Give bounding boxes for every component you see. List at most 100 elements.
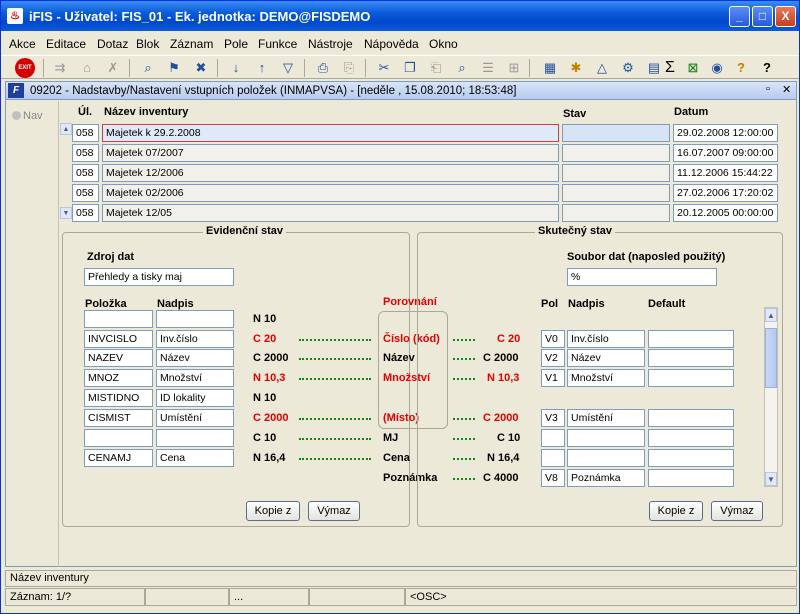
row-name[interactable]: Majetek 07/2007 xyxy=(102,144,559,162)
nadpis-right-field[interactable]: Název xyxy=(567,349,645,367)
columns-icon[interactable]: ⊞ xyxy=(505,59,523,77)
restore-icon[interactable]: ▫ xyxy=(766,83,770,95)
row-ul[interactable]: 058 xyxy=(72,184,99,202)
vymaz-button-left[interactable]: Výmaz xyxy=(308,501,360,521)
nadpis-right-field[interactable] xyxy=(567,449,645,467)
polozka-field[interactable]: MNOZ xyxy=(84,369,153,387)
excel-icon[interactable]: ⊠ xyxy=(684,59,702,77)
paste-icon[interactable]: ⎗ xyxy=(427,59,445,77)
row-stav[interactable] xyxy=(562,184,670,202)
copy-icon[interactable]: ❐ xyxy=(401,59,419,77)
menu-napoveda[interactable]: Nápověda xyxy=(364,37,419,51)
row-datum[interactable]: 27.02.2006 17:20:02 xyxy=(673,184,778,202)
title-bar[interactable]: ♨ iFIS - Uživatel: FIS_01 - Ek. jednotka… xyxy=(1,1,799,31)
row-ul[interactable]: 058 xyxy=(72,144,99,162)
default-field[interactable] xyxy=(648,469,734,487)
row-datum[interactable]: 11.12.2006 15:44:22 xyxy=(673,164,778,182)
minimize-button[interactable]: _ xyxy=(729,6,750,27)
close-button[interactable]: X xyxy=(775,6,796,27)
form-title-bar[interactable]: F 09202 - Nadstavby/Nastavení vstupních … xyxy=(6,82,796,100)
menu-pole[interactable]: Pole xyxy=(224,37,248,51)
row-datum[interactable]: 16.07.2007 09:00:00 xyxy=(673,144,778,162)
nadpis-right-field[interactable]: Inv.číslo xyxy=(567,330,645,348)
settings-icon[interactable]: ⚙ xyxy=(619,59,637,77)
help-icon[interactable]: ? xyxy=(732,59,750,77)
kopie-button-right[interactable]: Kopie z xyxy=(649,501,703,521)
exit-icon[interactable]: EXIT xyxy=(15,58,35,78)
save-icon[interactable]: ⇉ xyxy=(51,59,69,77)
row-datum[interactable]: 20.12.2005 00:00:00 xyxy=(673,204,778,222)
sort-asc-icon[interactable]: ↓ xyxy=(227,59,245,77)
nadpis-field[interactable]: ID lokality xyxy=(156,389,234,407)
row-ul[interactable]: 058 xyxy=(72,124,99,142)
nadpis-right-field[interactable]: Množství xyxy=(567,369,645,387)
row-name[interactable]: Majetek 12/05 xyxy=(102,204,559,222)
nadpis-right-field[interactable]: Poznámka xyxy=(567,469,645,487)
polozka-field[interactable]: CISMIST xyxy=(84,409,153,427)
kopie-button-left[interactable]: Kopie z xyxy=(246,501,300,521)
default-field[interactable] xyxy=(648,429,734,447)
row-stav[interactable] xyxy=(562,144,670,162)
nadpis-field[interactable]: Umístění xyxy=(156,409,234,427)
menu-dotaz[interactable]: Dotaz xyxy=(97,37,128,51)
zdroj-field[interactable]: Přehledy a tisky maj xyxy=(84,268,234,286)
context-help-icon[interactable]: ? xyxy=(758,59,776,77)
scroll-down-icon[interactable]: ▼ xyxy=(765,472,777,486)
pol-field[interactable]: V8 xyxy=(541,469,565,487)
cancel-icon[interactable]: ✗ xyxy=(104,59,122,77)
row-name[interactable]: Majetek 12/2006 xyxy=(102,164,559,182)
default-field[interactable] xyxy=(648,369,734,387)
list-icon[interactable]: ☰ xyxy=(479,59,497,77)
menu-nastroje[interactable]: Nástroje xyxy=(308,37,353,51)
soubor-field[interactable]: % xyxy=(567,268,717,286)
polozka-field[interactable] xyxy=(84,310,153,328)
pol-field[interactable]: V1 xyxy=(541,369,565,387)
default-field[interactable] xyxy=(648,409,734,427)
calendar-icon[interactable]: ▦ xyxy=(541,59,559,77)
sum-icon[interactable]: Σ xyxy=(661,59,679,77)
nadpis-field[interactable] xyxy=(156,429,234,447)
default-field[interactable] xyxy=(648,349,734,367)
nadpis-field[interactable]: Inv.číslo xyxy=(156,330,234,348)
nav-tab[interactable]: Nav xyxy=(12,110,62,126)
cancel-query-icon[interactable]: ✖ xyxy=(192,59,210,77)
cut-icon[interactable]: ✂ xyxy=(375,59,393,77)
pol-field[interactable] xyxy=(541,449,565,467)
polozka-field[interactable]: MISTIDNO xyxy=(84,389,153,407)
nadpis-field[interactable]: Cena xyxy=(156,449,234,467)
nadpis-field[interactable]: Množství xyxy=(156,369,234,387)
scroll-down-icon[interactable]: ▼ xyxy=(60,207,72,219)
polozka-field[interactable]: NAZEV xyxy=(84,349,153,367)
row-ul[interactable]: 058 xyxy=(72,204,99,222)
row-name[interactable]: Majetek 02/2006 xyxy=(102,184,559,202)
globe-icon[interactable]: ◉ xyxy=(708,59,726,77)
sort-desc-icon[interactable]: ↑ xyxy=(253,59,271,77)
scroll-up-icon[interactable]: ▲ xyxy=(765,308,777,322)
row-stav[interactable] xyxy=(562,124,670,142)
polozka-field[interactable] xyxy=(84,429,153,447)
scroll-up-icon[interactable]: ▲ xyxy=(60,123,72,135)
scroll-thumb[interactable] xyxy=(765,328,777,388)
maximize-button[interactable]: □ xyxy=(752,6,773,27)
menu-blok[interactable]: Blok xyxy=(136,37,159,51)
pol-field[interactable] xyxy=(541,429,565,447)
row-stav[interactable] xyxy=(562,204,670,222)
filter-icon[interactable]: ▽ xyxy=(279,59,297,77)
pol-field[interactable]: V0 xyxy=(541,330,565,348)
tools-icon[interactable]: ✱ xyxy=(567,59,585,77)
nadpis-field[interactable]: Název xyxy=(156,349,234,367)
nadpis-right-field[interactable]: Umístění xyxy=(567,409,645,427)
menu-akce[interactable]: Akce xyxy=(9,37,36,51)
triangle-icon[interactable]: △ xyxy=(593,59,611,77)
default-field[interactable] xyxy=(648,330,734,348)
row-stav[interactable] xyxy=(562,164,670,182)
menu-zaznam[interactable]: Záznam xyxy=(170,37,213,51)
default-field[interactable] xyxy=(648,449,734,467)
nadpis-field[interactable] xyxy=(156,310,234,328)
search-icon[interactable]: ⌕ xyxy=(453,59,471,77)
row-datum[interactable]: 29.02.2008 12:00:00 xyxy=(673,124,778,142)
menu-editace[interactable]: Editace xyxy=(46,37,86,51)
record-scrollbar[interactable]: ▲ ▼ xyxy=(60,119,72,219)
form-close-icon[interactable]: ✕ xyxy=(782,83,791,96)
pol-field[interactable]: V3 xyxy=(541,409,565,427)
